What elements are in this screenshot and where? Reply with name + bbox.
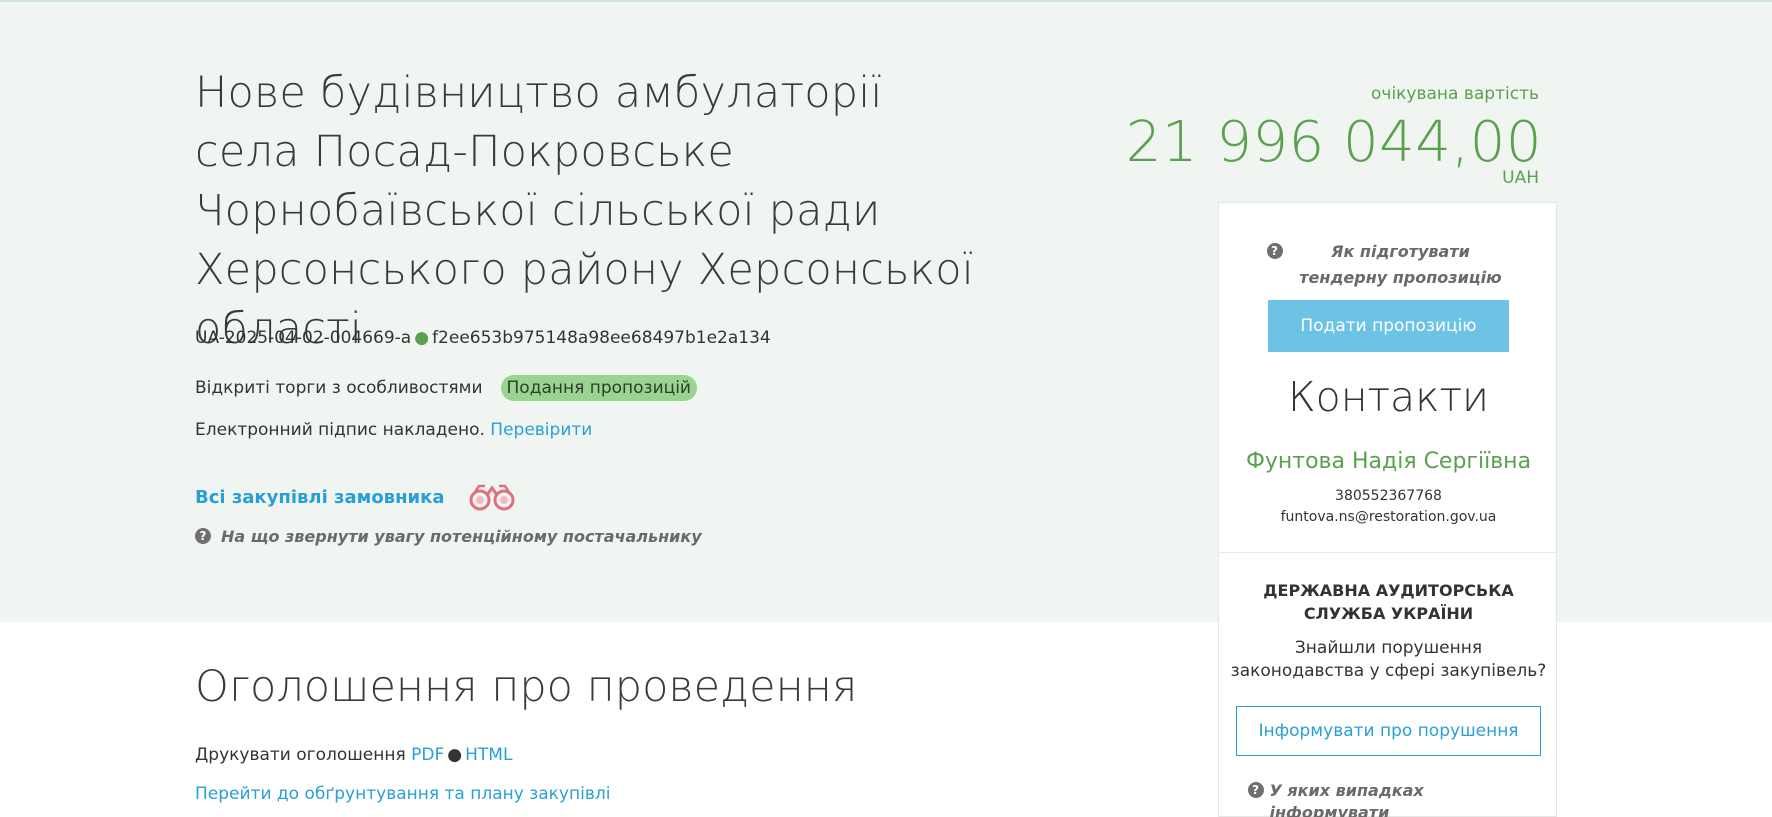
contacts-title: Контакти bbox=[1288, 373, 1489, 421]
separator-dot-icon: ● bbox=[414, 328, 430, 348]
status-badge: Подання пропозицій bbox=[500, 375, 697, 401]
print-pdf-link[interactable]: PDF bbox=[411, 745, 444, 765]
audit-service-text: Знайшли порушення законодавства у сфері … bbox=[1230, 638, 1547, 681]
tender-id: UA-2025-04-02-004669-a bbox=[195, 328, 412, 348]
question-circle-icon: ? bbox=[195, 528, 211, 544]
contact-email: funtova.ns@restoration.gov.ua bbox=[1280, 509, 1497, 525]
audit-hint-text: У яких випадках інформувати Держаудитслу… bbox=[1269, 781, 1424, 817]
panel-divider bbox=[1219, 552, 1556, 553]
procurement-plan-link[interactable]: Перейти до обґрунтування та плану закупі… bbox=[195, 784, 610, 804]
buyer-row: Всі закупівлі замовника bbox=[195, 482, 519, 512]
audit-hint[interactable]: ? У яких випадках інформувати Держаудитсл… bbox=[1219, 780, 1558, 817]
expected-value-label: очікувана вартість bbox=[1371, 84, 1539, 104]
report-violation-button[interactable]: Інформувати про порушення bbox=[1236, 706, 1541, 756]
contact-name: Фунтова Надія Сергіївна bbox=[1245, 449, 1532, 474]
question-circle-icon: ? bbox=[1266, 243, 1283, 259]
binoculars-icon[interactable] bbox=[467, 482, 519, 512]
tender-ids: UA-2025-04-02-004669-a ● f2ee653b975148a98… bbox=[195, 328, 771, 348]
expected-value-currency: UAH bbox=[1502, 168, 1539, 188]
contact-phone: 380552367768 bbox=[1335, 488, 1442, 504]
tender-title: Нове будівництво амбулаторії села Посад-… bbox=[195, 68, 974, 354]
submit-proposal-button[interactable]: Подати пропозицію bbox=[1268, 300, 1509, 352]
supplier-hint-row[interactable]: ? На що звернути увагу потенційному пост… bbox=[195, 525, 702, 547]
side-panel: ? Як підготувати тендерну пропозицію Пода… bbox=[1218, 202, 1557, 817]
signature-row: Електронний підпис накладено. Перевірити bbox=[195, 420, 592, 440]
separator-dot-icon: ● bbox=[447, 745, 463, 765]
print-label: Друкувати оголошення bbox=[195, 745, 406, 765]
proposal-hint-text: Як підготувати тендерну пропозицію bbox=[1299, 242, 1502, 287]
print-announcement-row: Друкувати оголошення PDF ● HTML bbox=[195, 745, 512, 765]
print-html-link[interactable]: HTML bbox=[465, 745, 512, 765]
proposal-hint[interactable]: ? Як підготувати тендерну пропозицію bbox=[1219, 239, 1558, 291]
tender-hash: f2ee653b975148a98ee68497b1e2a134 bbox=[432, 328, 771, 348]
procedure-row: Відкриті торги з особливостями Подання п… bbox=[195, 374, 697, 402]
announcement-title: Оголошення про проведення bbox=[195, 662, 858, 712]
signature-text: Електронний підпис накладено. bbox=[195, 420, 485, 440]
all-buyer-tenders-link[interactable]: Всі закупівлі замовника bbox=[195, 487, 445, 508]
expected-value-amount: 21 996 044,00 bbox=[1125, 110, 1542, 175]
question-circle-icon: ? bbox=[1247, 782, 1264, 798]
verify-signature-link[interactable]: Перевірити bbox=[490, 420, 592, 440]
procedure-type: Відкриті торги з особливостями bbox=[195, 378, 483, 398]
supplier-hint-text: На що звернути увагу потенційному постач… bbox=[221, 526, 702, 546]
audit-service-title: ДЕРЖАВНА АУДИТОРСЬКА СЛУЖБА УКРАЇНИ bbox=[1263, 581, 1514, 623]
